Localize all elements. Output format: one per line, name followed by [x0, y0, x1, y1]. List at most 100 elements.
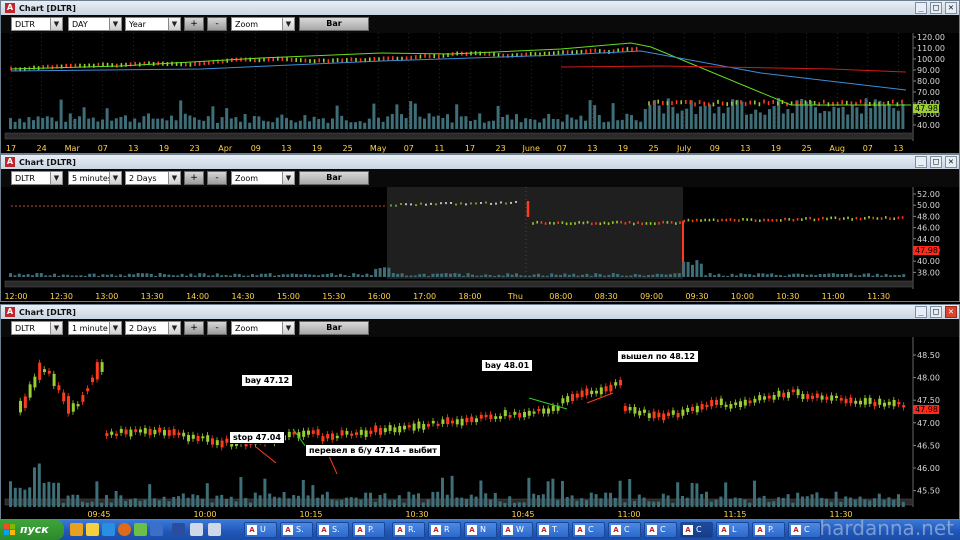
chart-toolbar: DLTR ▼ 5 minutes ▼ 2 Days ▼ + - Zoom ▼ Bar	[1, 169, 959, 187]
symbol-select[interactable]: DLTR ▼	[11, 321, 63, 335]
daily-price-chart[interactable]: 120.00110.00100.0090.0080.0070.0060.0050…	[1, 33, 959, 153]
taskbar-task-button[interactable]: AC	[608, 522, 641, 538]
volume-bar	[233, 273, 237, 277]
window-titlebar[interactable]: A Chart [DLTR] _ □ ✕	[1, 1, 959, 15]
zoom-out-button[interactable]: -	[207, 321, 227, 335]
taskbar-task-button[interactable]: AU	[244, 522, 277, 538]
volume-bar	[215, 273, 219, 277]
volume-bar	[110, 120, 114, 129]
quicklaunch-window-icon[interactable]	[208, 523, 221, 536]
quicklaunch-folder-icon[interactable]	[70, 523, 83, 536]
y-tick-label: 47.00	[917, 419, 940, 428]
taskbar-task-button[interactable]: AC	[788, 522, 821, 538]
quicklaunch-save-icon[interactable]	[172, 523, 185, 536]
taskbar-task-button[interactable]: AW	[500, 522, 533, 538]
quicklaunch-desktop-icon[interactable]	[150, 523, 163, 536]
intraday-5min-chart[interactable]: 52.0050.0048.0046.0044.0042.0040.0038.00…	[1, 187, 959, 301]
quicklaunch-app-icon[interactable]	[134, 523, 147, 536]
taskbar-task-button[interactable]: AC	[680, 522, 713, 538]
period-select[interactable]: 1 minute ▼	[68, 321, 122, 335]
taskbar-task-button[interactable]: AC	[572, 522, 605, 538]
range-select[interactable]: 2 Days ▼	[125, 321, 181, 335]
period-select[interactable]: DAY ▼	[68, 17, 122, 31]
volume-bar	[849, 273, 853, 277]
taskbar-task-button[interactable]: A R.	[392, 522, 425, 538]
volume-bar	[505, 114, 509, 129]
taskbar-task-button[interactable]: AC	[644, 522, 677, 538]
zoom-out-button[interactable]: -	[207, 171, 227, 185]
zoom-select[interactable]: Zoom ▼	[231, 17, 295, 31]
last-price-label: 47.98	[915, 405, 938, 414]
range-select[interactable]: Year ▼	[125, 17, 181, 31]
taskbar-task-button[interactable]: AN	[464, 522, 497, 538]
volume-bar	[229, 275, 232, 277]
candle-body	[475, 418, 478, 423]
candle-body	[835, 395, 838, 399]
quicklaunch-doc-icon[interactable]	[190, 523, 203, 536]
symbol-select[interactable]: DLTR ▼	[11, 17, 63, 31]
volume-bar	[37, 463, 41, 507]
candle-body	[134, 429, 138, 433]
window-titlebar[interactable]: A Chart [DLTR] _ □ ✕	[1, 155, 959, 169]
taskbar-task-button[interactable]: A T.	[536, 522, 569, 538]
bar-type-button[interactable]: Bar	[299, 321, 369, 335]
quicklaunch-explorer-icon[interactable]	[86, 523, 99, 536]
quicklaunch-ie-icon[interactable]	[102, 523, 115, 536]
bar-type-button[interactable]: Bar	[299, 17, 369, 31]
zoom-in-button[interactable]: +	[184, 17, 204, 31]
volume-bar	[44, 275, 48, 277]
minimize-button[interactable]: _	[915, 2, 927, 14]
minimize-button[interactable]: _	[915, 156, 927, 168]
bar-type-button[interactable]: Bar	[299, 171, 369, 185]
volume-bar	[565, 497, 569, 507]
zoom-out-button[interactable]: -	[207, 17, 227, 31]
maximize-button[interactable]: □	[930, 156, 942, 168]
volume-bar	[345, 497, 348, 507]
volume-bar	[699, 106, 702, 129]
taskbar-task-button[interactable]: AL	[716, 522, 749, 538]
volume-bar	[220, 494, 224, 507]
volume-bar	[88, 273, 92, 277]
volume-bar	[141, 273, 144, 277]
volume-bar	[669, 274, 672, 277]
x-tick-label: May	[370, 144, 387, 153]
volume-bar	[13, 487, 17, 507]
volume-bar	[359, 499, 363, 507]
candle-body	[460, 418, 464, 426]
x-tick-label: 10:30	[405, 510, 428, 519]
maximize-button[interactable]: □	[930, 2, 942, 14]
taskbar-task-button[interactable]: AR	[428, 522, 461, 538]
range-select[interactable]: 2 Days ▼	[125, 171, 181, 185]
taskbar-task-button[interactable]: A S.	[280, 522, 313, 538]
close-button[interactable]: ✕	[945, 156, 957, 168]
taskbar-task-button[interactable]: A P.	[352, 522, 385, 538]
quicklaunch-firefox-icon[interactable]	[118, 523, 131, 536]
volume-bar	[281, 274, 285, 277]
volume-bar	[757, 497, 761, 507]
taskbar-task-button[interactable]: A S.	[316, 522, 349, 538]
window-titlebar[interactable]: A Chart [DLTR] _ □ ✕	[1, 305, 959, 319]
maximize-button[interactable]: □	[930, 306, 942, 318]
taskbar-task-button[interactable]: A P.	[752, 522, 785, 538]
intraday-1min-chart[interactable]: 48.50 48.00 47.50 47.00 46.50 46.00 45.50 09:45…	[1, 337, 959, 519]
period-select[interactable]: 5 minutes ▼	[68, 171, 122, 185]
start-button[interactable]: пуск	[0, 520, 64, 540]
symbol-select[interactable]: DLTR ▼	[11, 171, 63, 185]
zoom-select[interactable]: Zoom ▼	[231, 321, 295, 335]
volume-bar	[181, 493, 185, 507]
volume-bar	[185, 275, 188, 277]
x-tick-label: 14:30	[231, 292, 254, 301]
y-tick-label: 90.00	[917, 66, 940, 75]
volume-bar	[690, 482, 694, 507]
zoom-in-button[interactable]: +	[184, 171, 204, 185]
zoom-in-button[interactable]: +	[184, 321, 204, 335]
candle-body	[724, 404, 728, 407]
close-button[interactable]: ✕	[945, 306, 957, 318]
candle-body	[575, 393, 579, 398]
minimize-button[interactable]: _	[915, 306, 927, 318]
candle-body	[422, 423, 426, 430]
volume-bar	[840, 274, 844, 277]
close-button[interactable]: ✕	[945, 2, 957, 14]
chart-window-5min: A Chart [DLTR] _ □ ✕ DLTR ▼ 5 minutes ▼ 2 …	[0, 154, 960, 302]
zoom-select[interactable]: Zoom ▼	[231, 171, 295, 185]
